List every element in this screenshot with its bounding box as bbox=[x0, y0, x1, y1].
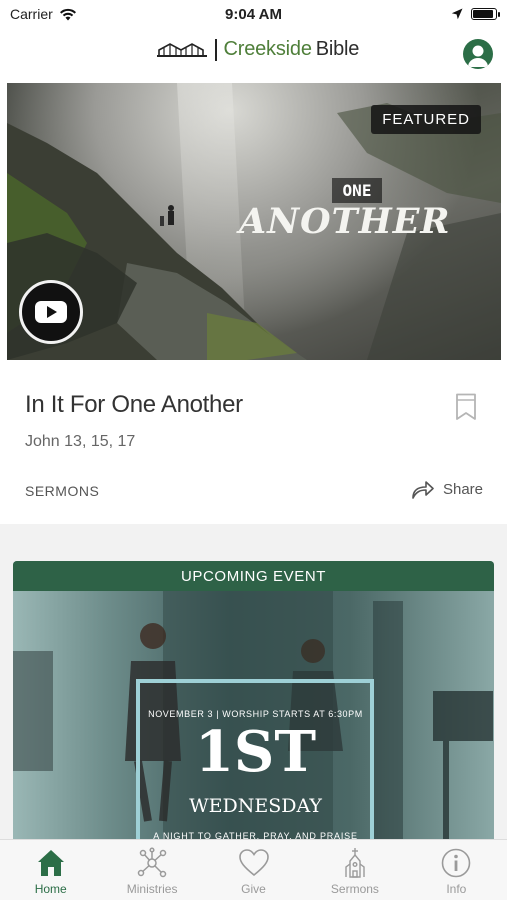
app-logo[interactable]: Creekside Bible bbox=[156, 38, 359, 61]
upcoming-event-card[interactable]: UPCOMING EVENT NOVEMBER 3 | WORSHIP STAR… bbox=[13, 561, 494, 841]
tab-ministries-label: Ministries bbox=[126, 882, 178, 896]
logo-text-creekside: Creekside bbox=[223, 38, 312, 60]
church-icon bbox=[345, 848, 365, 878]
hero-title-another: ANOTHER bbox=[239, 201, 451, 242]
tab-info-label: Info bbox=[446, 882, 467, 896]
battery-icon bbox=[471, 8, 500, 20]
bookmark-icon bbox=[456, 393, 476, 420]
event-date-line: NOVEMBER 3 | WORSHIP STARTS AT 6:30PM bbox=[148, 709, 363, 719]
nav-header: Creekside Bible bbox=[0, 28, 507, 83]
tab-bar: Home Ministries Give Sermons Info bbox=[0, 839, 507, 900]
featured-badge: FEATURED bbox=[371, 105, 481, 134]
sermon-category[interactable]: SERMONS bbox=[25, 483, 99, 499]
bridge-icon bbox=[157, 42, 207, 57]
share-label: Share bbox=[442, 480, 483, 498]
sermon-scripture: John 13, 15, 17 bbox=[25, 433, 136, 450]
tab-ministries[interactable]: Ministries bbox=[101, 840, 202, 900]
logo-text-bible: Bible bbox=[315, 38, 360, 60]
youtube-icon bbox=[35, 301, 67, 323]
tab-sermons[interactable]: Sermons bbox=[304, 840, 405, 900]
bookmark-button[interactable] bbox=[455, 393, 477, 421]
carrier-label: Carrier bbox=[10, 6, 53, 22]
wifi-icon bbox=[59, 8, 76, 20]
hero-title-one: ONE bbox=[332, 178, 382, 203]
video-play-button[interactable] bbox=[19, 280, 83, 344]
event-title-big: 1ST bbox=[194, 719, 317, 785]
featured-hero-image[interactable]: FEATURED ONE ANOTHER bbox=[7, 83, 501, 360]
event-image[interactable]: NOVEMBER 3 | WORSHIP STARTS AT 6:30PM 1S… bbox=[13, 591, 494, 841]
status-left: Carrier bbox=[10, 6, 77, 22]
event-header: UPCOMING EVENT bbox=[13, 561, 494, 591]
play-triangle bbox=[47, 306, 57, 318]
tab-give-label: Give bbox=[241, 882, 266, 896]
tab-home-label: Home bbox=[34, 882, 67, 896]
tab-home[interactable]: Home bbox=[0, 840, 101, 900]
sermon-title: In It For One Another bbox=[25, 391, 243, 418]
info-icon bbox=[442, 848, 471, 878]
heart-icon bbox=[238, 849, 269, 877]
tab-give[interactable]: Give bbox=[203, 840, 304, 900]
share-arrow-icon bbox=[412, 481, 434, 499]
share-button[interactable]: Share bbox=[411, 479, 483, 499]
battery-fill bbox=[473, 10, 493, 18]
location-arrow-icon bbox=[451, 8, 463, 20]
status-right bbox=[451, 8, 500, 20]
profile-button[interactable] bbox=[463, 39, 493, 69]
logo-separator bbox=[215, 38, 217, 61]
home-icon bbox=[37, 850, 64, 876]
tab-sermons-label: Sermons bbox=[330, 882, 379, 896]
status-bar: Carrier 9:04 AM bbox=[0, 0, 507, 28]
featured-sermon-card[interactable]: FEATURED ONE ANOTHER In It For One Anoth… bbox=[0, 83, 507, 524]
network-icon bbox=[137, 847, 167, 878]
person-icon bbox=[468, 45, 488, 67]
event-title-mid: WEDNESDAY bbox=[189, 795, 322, 817]
tab-info[interactable]: Info bbox=[406, 840, 507, 900]
